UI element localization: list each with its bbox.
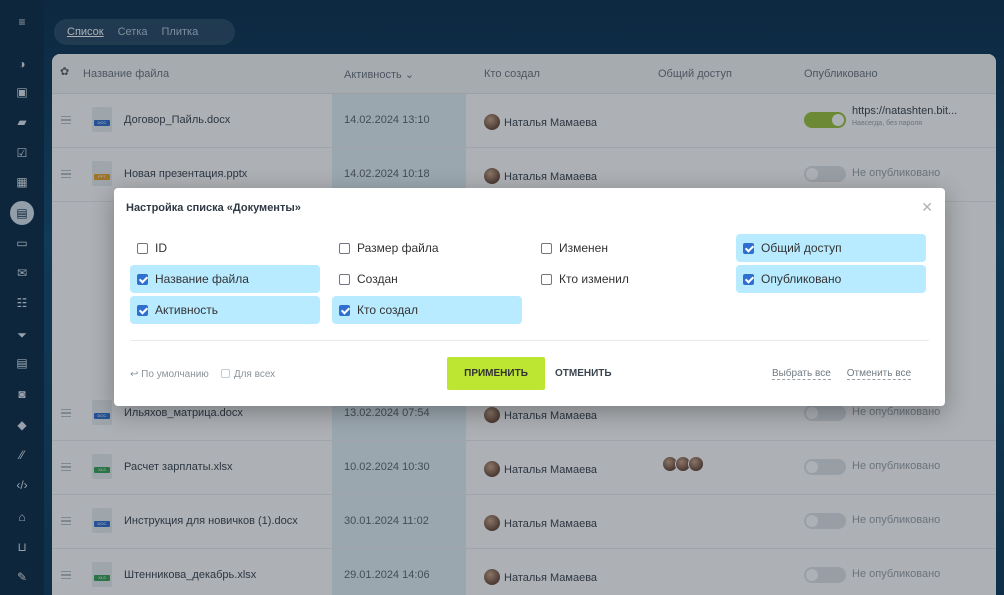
checkbox[interactable] <box>743 242 754 254</box>
checkbox[interactable] <box>339 242 350 254</box>
divider <box>130 340 929 341</box>
list-settings-dialog: Настройка списка «Документы» ✕ ID Размер … <box>114 188 945 406</box>
column-option[interactable]: Размер файла <box>332 234 522 262</box>
select-all-link[interactable]: Выбрать все <box>771 368 831 380</box>
column-option[interactable]: Активность <box>130 296 320 324</box>
column-option[interactable]: Название файла <box>130 265 320 293</box>
checkbox[interactable] <box>541 242 552 254</box>
column-option-label: ID <box>155 241 167 255</box>
checkbox[interactable] <box>743 273 754 285</box>
cancel-button[interactable]: Отменить <box>555 368 612 379</box>
for-all-box <box>220 369 230 378</box>
column-option[interactable]: Изменен <box>534 234 724 262</box>
checkbox[interactable] <box>541 273 552 285</box>
column-option-label: Кто изменил <box>559 272 629 286</box>
reset-default-link[interactable]: ↩ По умолчанию <box>130 369 209 380</box>
column-option[interactable]: Кто изменил <box>534 265 724 293</box>
column-option-label: Название файла <box>155 272 249 286</box>
column-option-label: Кто создал <box>357 303 418 317</box>
undo-icon: ↩ <box>130 369 139 380</box>
apply-button[interactable]: Применить <box>447 357 545 390</box>
column-option[interactable]: Кто создал <box>332 296 522 324</box>
close-icon[interactable]: ✕ <box>921 199 933 216</box>
for-all-checkbox[interactable]: Для всех <box>220 369 276 380</box>
column-option-label: Общий доступ <box>761 241 842 255</box>
checkbox[interactable] <box>137 242 148 254</box>
checkbox[interactable] <box>137 273 148 285</box>
column-option[interactable]: Создан <box>332 265 522 293</box>
column-option-label: Изменен <box>559 241 608 255</box>
column-option-label: Активность <box>155 303 219 317</box>
dialog-footer-right: Выбрать все Отменить все <box>771 368 911 380</box>
reset-default-label: По умолчанию <box>141 369 209 380</box>
column-option-label: Размер файла <box>357 241 439 255</box>
dialog-title: Настройка списка «Документы» <box>126 202 301 214</box>
for-all-label: Для всех <box>233 369 276 380</box>
deselect-all-link[interactable]: Отменить все <box>846 368 911 380</box>
column-option-label: Создан <box>357 272 398 286</box>
checkbox[interactable] <box>137 304 148 316</box>
column-option[interactable]: ID <box>130 234 320 262</box>
checkbox[interactable] <box>339 273 350 285</box>
column-option-label: Опубликовано <box>761 272 842 286</box>
dialog-footer-left: ↩ По умолчанию Для всех <box>130 369 275 380</box>
column-option[interactable]: Опубликовано <box>736 265 926 293</box>
column-option[interactable]: Общий доступ <box>736 234 926 262</box>
checkbox[interactable] <box>339 304 350 316</box>
